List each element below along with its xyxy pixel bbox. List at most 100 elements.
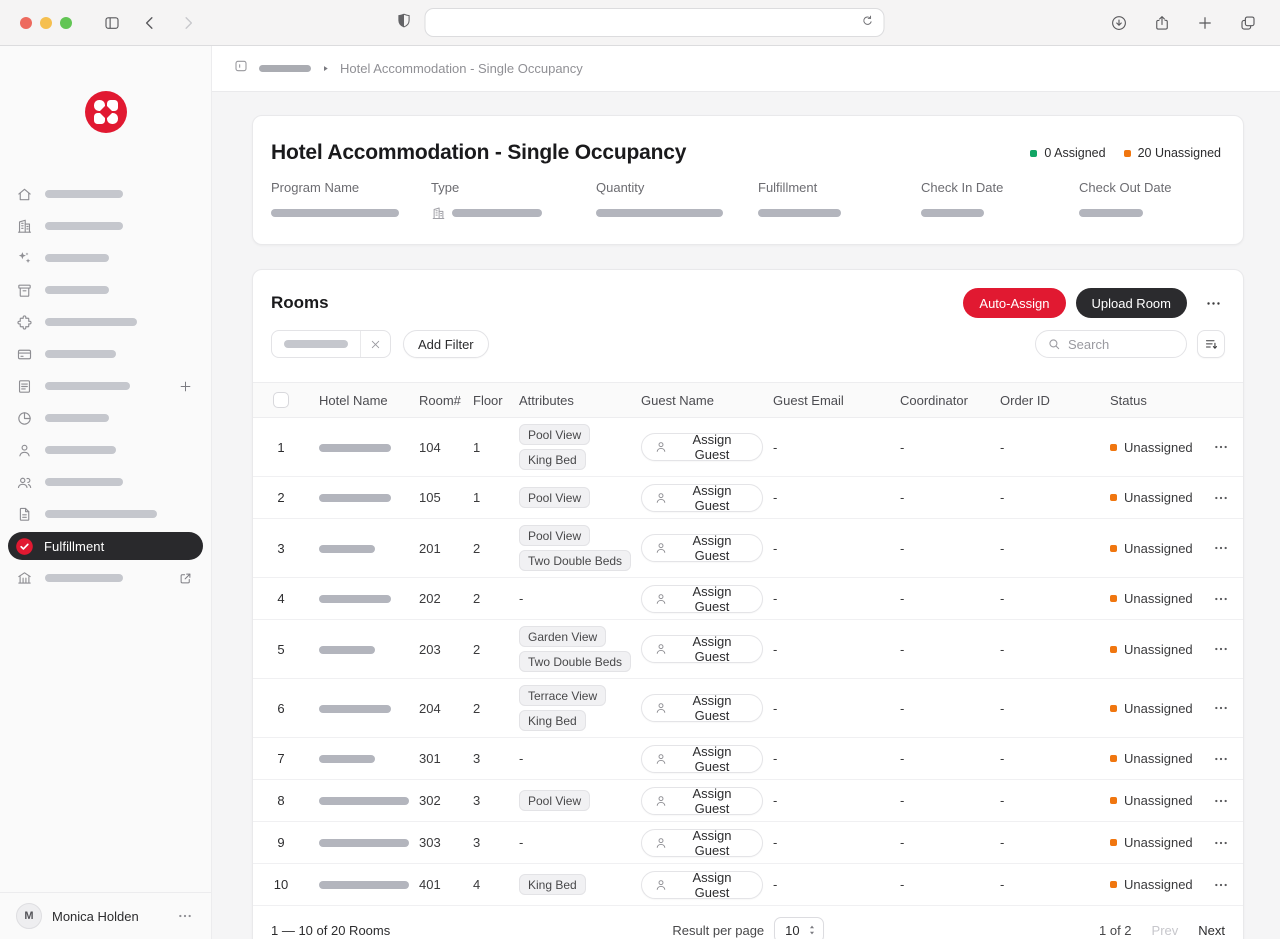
privacy-shield-icon[interactable] <box>396 12 413 29</box>
search-box[interactable] <box>1035 330 1187 358</box>
sidebar-item[interactable] <box>0 274 211 306</box>
chevron-left-icon <box>141 14 159 32</box>
status-dot-icon <box>1110 881 1117 888</box>
badge-dot-icon <box>1124 150 1131 157</box>
column-header[interactable]: Attributes <box>509 393 631 408</box>
sidebar-item[interactable] <box>0 498 211 530</box>
share-button[interactable] <box>1150 11 1174 35</box>
assign-guest-button[interactable]: Assign Guest <box>641 871 763 899</box>
forward-button[interactable] <box>176 11 200 35</box>
column-header[interactable]: Guest Email <box>763 393 890 408</box>
sidebar-item-fulfillment[interactable]: Fulfillment <box>8 532 203 560</box>
sidebar-item[interactable] <box>0 338 211 370</box>
assign-guest-button[interactable]: Assign Guest <box>641 433 763 461</box>
panel-toggle-icon[interactable] <box>233 58 249 74</box>
sidebar-item[interactable] <box>0 466 211 498</box>
sort-button[interactable] <box>1197 330 1225 358</box>
open-external-button[interactable] <box>175 568 195 588</box>
sidebar-item[interactable] <box>0 210 211 242</box>
sidebar-item[interactable] <box>0 434 211 466</box>
redacted-hotel-name <box>319 839 409 847</box>
room-number: 302 <box>409 793 463 808</box>
assign-guest-button[interactable]: Assign Guest <box>641 585 763 613</box>
browser-sidebar-toggle-button[interactable] <box>100 11 124 35</box>
remove-filter-button[interactable] <box>360 330 390 358</box>
assign-guest-button[interactable]: Assign Guest <box>641 635 763 663</box>
close-window-button[interactable] <box>20 17 32 29</box>
row-menu-button[interactable] <box>1210 588 1232 610</box>
assign-guest-button[interactable]: Assign Guest <box>641 787 763 815</box>
user-menu[interactable]: M Monica Holden <box>0 892 211 939</box>
column-header[interactable]: Hotel Name <box>309 393 409 408</box>
redacted-label <box>45 414 109 422</box>
zoom-window-button[interactable] <box>60 17 72 29</box>
order-id: - <box>990 793 1100 808</box>
assign-guest-button[interactable]: Assign Guest <box>641 829 763 857</box>
column-header[interactable]: Guest Name <box>631 393 763 408</box>
auto-assign-button[interactable]: Auto-Assign <box>963 288 1065 318</box>
minimize-window-button[interactable] <box>40 17 52 29</box>
address-input[interactable] <box>435 15 861 30</box>
sidebar-item[interactable] <box>0 178 211 210</box>
prev-page-button[interactable]: Prev <box>1152 923 1179 938</box>
coordinator: - <box>890 793 990 808</box>
column-header[interactable]: Coordinator <box>890 393 990 408</box>
new-tab-button[interactable] <box>1193 11 1217 35</box>
sidebar-item[interactable] <box>0 402 211 434</box>
refresh-button[interactable] <box>861 14 875 31</box>
redacted-value <box>921 209 984 217</box>
assign-guest-label: Assign Guest <box>674 870 750 900</box>
page-title: Hotel Accommodation - Single Occupancy <box>271 138 686 168</box>
rooms-card: Rooms Auto-Assign Upload Room Add Filter <box>252 269 1244 939</box>
app-logo[interactable] <box>85 91 127 133</box>
sidebar-item[interactable] <box>0 306 211 338</box>
person-icon <box>654 541 668 555</box>
per-page-select[interactable]: 10 <box>774 917 823 939</box>
sidebar-item[interactable] <box>0 562 211 594</box>
sidebar-item[interactable] <box>0 370 211 402</box>
refresh-icon <box>861 14 875 28</box>
guest-email: - <box>763 701 890 716</box>
search-icon <box>1047 337 1061 351</box>
redacted-value <box>452 209 542 217</box>
back-button[interactable] <box>138 11 162 35</box>
row-menu-button[interactable] <box>1210 748 1232 770</box>
row-menu-button[interactable] <box>1210 436 1232 458</box>
coordinator: - <box>890 490 990 505</box>
assign-guest-button[interactable]: Assign Guest <box>641 745 763 773</box>
next-page-button[interactable]: Next <box>1198 923 1225 938</box>
upload-room-button[interactable]: Upload Room <box>1076 288 1188 318</box>
assign-guest-button[interactable]: Assign Guest <box>641 534 763 562</box>
row-menu-button[interactable] <box>1210 832 1232 854</box>
rooms-more-button[interactable] <box>1201 291 1225 315</box>
row-menu-button[interactable] <box>1210 537 1232 559</box>
add-filter-button[interactable]: Add Filter <box>403 330 489 358</box>
row-menu-button[interactable] <box>1210 790 1232 812</box>
column-header[interactable]: Room# <box>409 393 463 408</box>
column-header[interactable]: Order ID <box>990 393 1100 408</box>
assign-guest-button[interactable]: Assign Guest <box>641 694 763 722</box>
address-bar[interactable] <box>425 8 885 37</box>
ellipsis-icon <box>1213 641 1229 657</box>
row-menu-button[interactable] <box>1210 697 1232 719</box>
overview-field: Fulfillment <box>758 180 921 220</box>
sidebar-item[interactable] <box>0 242 211 274</box>
column-header[interactable]: Status <box>1100 393 1199 408</box>
user-options-button[interactable] <box>175 906 195 926</box>
tab-overview-button[interactable] <box>1236 11 1260 35</box>
row-menu-button[interactable] <box>1210 638 1232 660</box>
search-input[interactable] <box>1068 337 1175 352</box>
main-scroll-area[interactable]: Hotel Accommodation - Single Occupancy 0… <box>212 92 1280 939</box>
column-header[interactable]: Floor <box>463 393 509 408</box>
redacted-breadcrumb-item[interactable] <box>259 65 311 72</box>
select-all-checkbox[interactable] <box>273 392 289 408</box>
active-filter-chip[interactable] <box>271 330 391 358</box>
add-item-button[interactable] <box>175 376 195 396</box>
ellipsis-icon <box>1213 835 1229 851</box>
assign-guest-button[interactable]: Assign Guest <box>641 484 763 512</box>
ellipsis-icon <box>1213 877 1229 893</box>
downloads-button[interactable] <box>1107 11 1131 35</box>
row-menu-button[interactable] <box>1210 487 1232 509</box>
ellipsis-icon <box>1213 540 1229 556</box>
row-menu-button[interactable] <box>1210 874 1232 896</box>
